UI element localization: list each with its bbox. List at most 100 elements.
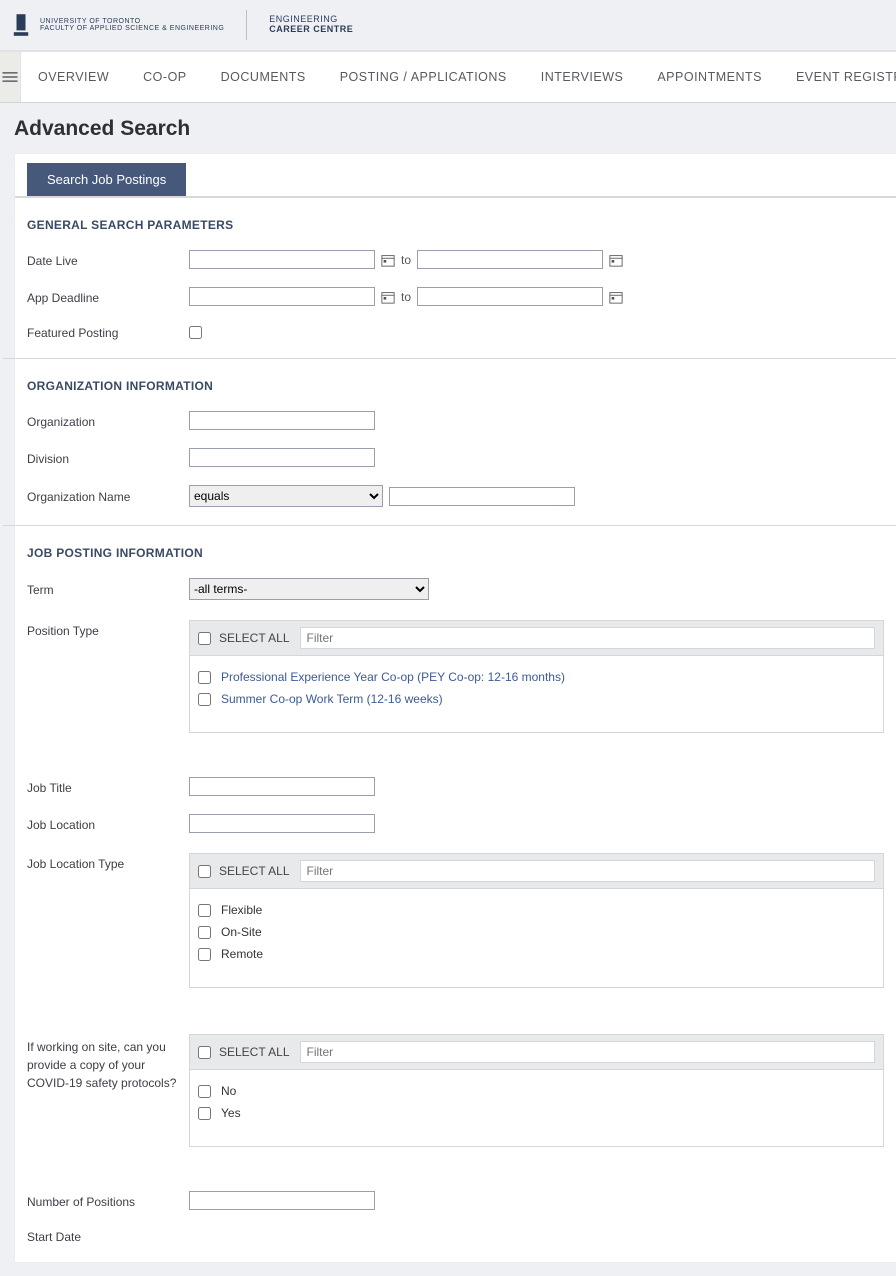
job-title-input[interactable] [189, 777, 375, 796]
section-general: GENERAL SEARCH PARAMETERS Date Live to A… [15, 198, 896, 358]
row-start-date: Start Date [27, 1228, 884, 1244]
position-type-option[interactable]: Summer Co-op Work Term (12-16 weeks) [198, 688, 875, 710]
date-live-from-input[interactable] [189, 250, 375, 269]
section-job: JOB POSTING INFORMATION Term -all terms-… [15, 526, 896, 1262]
tab-search-job-postings[interactable]: Search Job Postings [27, 163, 186, 196]
location-type-filter-input[interactable] [300, 860, 876, 882]
calendar-icon[interactable] [609, 290, 623, 304]
section-org: ORGANIZATION INFORMATION Organization Di… [15, 359, 896, 525]
label-app-deadline: App Deadline [27, 289, 189, 305]
row-app-deadline: App Deadline to [27, 287, 884, 306]
location-type-option-checkbox[interactable] [198, 948, 211, 961]
covid-option-label: Yes [221, 1106, 241, 1120]
top-bar: UNIVERSITY OF TORONTO FACULTY OF APPLIED… [0, 0, 896, 51]
app-deadline-to-input[interactable] [417, 287, 603, 306]
nav-posting-applications[interactable]: POSTING / APPLICATIONS [323, 52, 524, 102]
university-seal-icon [12, 12, 30, 38]
page-title: Advanced Search [0, 103, 896, 153]
covid-option-label: No [221, 1084, 236, 1098]
tab-strip: Search Job Postings [15, 153, 896, 198]
row-organization: Organization [27, 411, 884, 430]
location-type-option-label: Remote [221, 947, 263, 961]
career-centre-line1: ENGINEERING [269, 14, 338, 24]
covid-option-checkbox[interactable] [198, 1085, 211, 1098]
label-featured: Featured Posting [27, 324, 189, 340]
calendar-icon[interactable] [609, 253, 623, 267]
job-location-input[interactable] [189, 814, 375, 833]
location-type-option-label: On-Site [221, 925, 262, 939]
position-type-option-checkbox[interactable] [198, 693, 211, 706]
select-all-label: SELECT ALL [219, 864, 290, 878]
faculty-name: FACULTY OF APPLIED SCIENCE & ENGINEERING [40, 25, 224, 32]
position-type-option[interactable]: Professional Experience Year Co-op (PEY … [198, 666, 875, 688]
location-type-option[interactable]: On-Site [198, 921, 875, 943]
select-all-location-type-checkbox[interactable] [198, 865, 211, 878]
label-job-location: Job Location [27, 816, 189, 832]
nav-event-registration[interactable]: EVENT REGISTRATION [779, 52, 896, 102]
label-job-location-type: Job Location Type [27, 851, 189, 871]
label-division: Division [27, 450, 189, 466]
row-date-live: Date Live to [27, 250, 884, 269]
calendar-icon[interactable] [381, 290, 395, 304]
covid-option[interactable]: Yes [198, 1102, 875, 1124]
select-all-covid[interactable]: SELECT ALL [198, 1045, 290, 1059]
position-type-option-checkbox[interactable] [198, 671, 211, 684]
select-all-label: SELECT ALL [219, 631, 290, 645]
nav-overview[interactable]: OVERVIEW [21, 52, 126, 102]
covid-option[interactable]: No [198, 1080, 875, 1102]
row-covid: If working on site, can you provide a co… [27, 1032, 884, 1147]
menu-button[interactable] [0, 52, 21, 102]
university-name-text: UNIVERSITY OF TORONTO [40, 18, 224, 25]
location-type-option[interactable]: Flexible [198, 899, 875, 921]
nav-appointments[interactable]: APPOINTMENTS [640, 52, 779, 102]
covid-option-checkbox[interactable] [198, 1107, 211, 1120]
position-type-filter-input[interactable] [300, 627, 876, 649]
nav-interviews[interactable]: INTERVIEWS [524, 52, 641, 102]
career-centre-line2: CAREER CENTRE [269, 24, 353, 34]
select-all-location-type[interactable]: SELECT ALL [198, 864, 290, 878]
featured-checkbox[interactable] [189, 326, 202, 339]
main-nav: OVERVIEW CO-OP DOCUMENTS POSTING / APPLI… [0, 51, 896, 103]
covid-filter-input[interactable] [300, 1041, 876, 1063]
position-type-option-label: Professional Experience Year Co-op (PEY … [221, 670, 565, 684]
organization-name-input[interactable] [389, 487, 575, 506]
logo-divider [246, 10, 247, 40]
row-division: Division [27, 448, 884, 467]
label-organization-name: Organization Name [27, 488, 189, 504]
job-location-type-multiselect: SELECT ALL Flexible On-Site [189, 853, 884, 988]
to-text: to [401, 253, 411, 267]
calendar-icon[interactable] [381, 253, 395, 267]
num-positions-input[interactable] [189, 1191, 375, 1210]
hamburger-icon [0, 67, 20, 87]
to-text: to [401, 290, 411, 304]
label-job-title: Job Title [27, 779, 189, 795]
covid-multiselect: SELECT ALL No Yes [189, 1034, 884, 1147]
row-term: Term -all terms- [27, 578, 884, 600]
date-live-to-input[interactable] [417, 250, 603, 269]
nav-coop[interactable]: CO-OP [126, 52, 203, 102]
select-all-position-type[interactable]: SELECT ALL [198, 631, 290, 645]
select-all-position-type-checkbox[interactable] [198, 632, 211, 645]
location-type-option[interactable]: Remote [198, 943, 875, 965]
division-input[interactable] [189, 448, 375, 467]
row-organization-name: Organization Name equals [27, 485, 884, 507]
organization-name-operator-select[interactable]: equals [189, 485, 383, 507]
location-type-option-checkbox[interactable] [198, 904, 211, 917]
label-position-type: Position Type [27, 618, 189, 638]
career-centre-name: ENGINEERING CAREER CENTRE [269, 15, 353, 35]
label-start-date: Start Date [27, 1228, 189, 1244]
section-title-job: JOB POSTING INFORMATION [27, 538, 884, 574]
label-covid: If working on site, can you provide a co… [27, 1032, 189, 1092]
select-all-label: SELECT ALL [219, 1045, 290, 1059]
term-select[interactable]: -all terms- [189, 578, 429, 600]
app-deadline-from-input[interactable] [189, 287, 375, 306]
location-type-option-checkbox[interactable] [198, 926, 211, 939]
position-type-option-label: Summer Co-op Work Term (12-16 weeks) [221, 692, 443, 706]
row-job-title: Job Title [27, 777, 884, 796]
content-card: Search Job Postings GENERAL SEARCH PARAM… [14, 153, 896, 1263]
organization-input[interactable] [189, 411, 375, 430]
select-all-covid-checkbox[interactable] [198, 1046, 211, 1059]
row-job-location: Job Location [27, 814, 884, 833]
nav-documents[interactable]: DOCUMENTS [204, 52, 323, 102]
row-featured: Featured Posting [27, 324, 884, 340]
